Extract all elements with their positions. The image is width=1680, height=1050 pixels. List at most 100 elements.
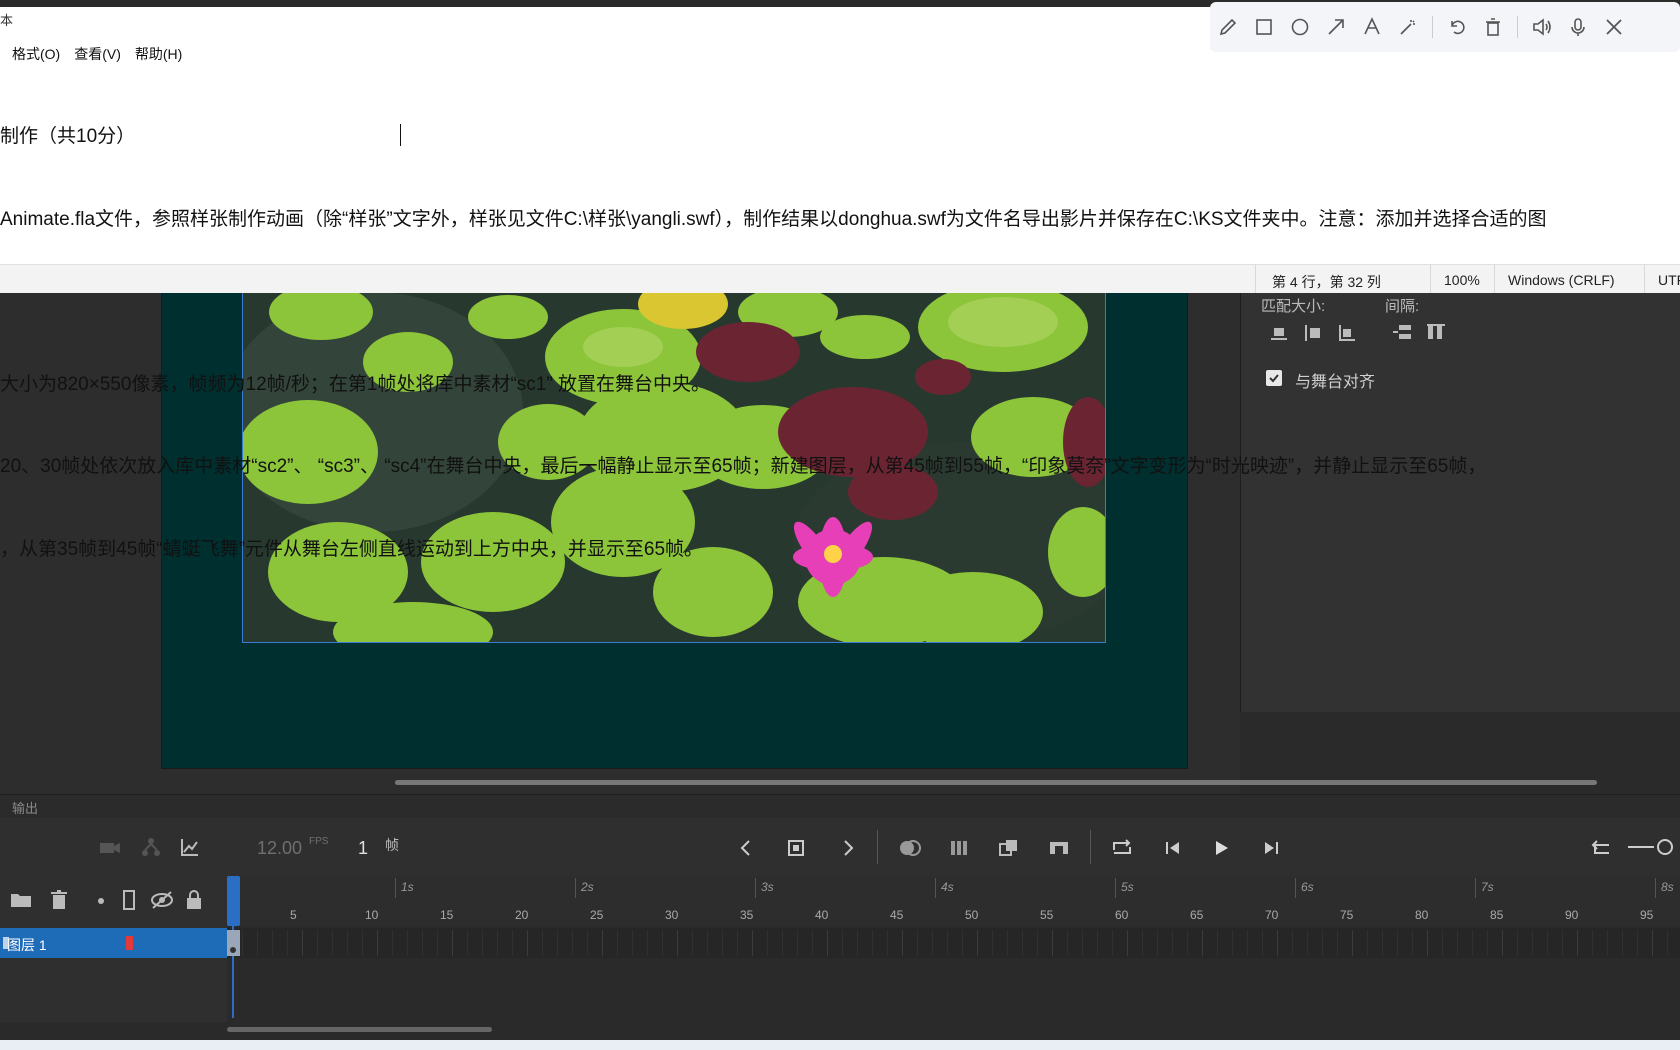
pencil-icon[interactable] bbox=[1210, 9, 1246, 45]
menu-format[interactable]: 格式(O) bbox=[12, 44, 60, 68]
rectangle-icon[interactable] bbox=[1246, 9, 1282, 45]
current-frame[interactable]: 1 bbox=[358, 838, 368, 859]
lock-icon[interactable] bbox=[185, 889, 203, 911]
frame-cell-divider bbox=[437, 930, 438, 956]
text-icon[interactable] bbox=[1354, 9, 1390, 45]
create-tween-icon[interactable] bbox=[998, 838, 1020, 858]
trash-icon[interactable] bbox=[1475, 9, 1511, 45]
text-line: 制作（共10分） bbox=[0, 126, 136, 147]
frame-cell-divider bbox=[1127, 930, 1128, 956]
ruler-second-tick bbox=[1475, 878, 1476, 898]
frame-cell-divider bbox=[1157, 930, 1158, 956]
undo-icon[interactable] bbox=[1439, 9, 1475, 45]
frame-cell-divider bbox=[497, 930, 498, 956]
insert-keyframe-icon[interactable] bbox=[786, 838, 806, 858]
microphone-icon[interactable] bbox=[1560, 9, 1596, 45]
timeline-horizontal-scrollbar[interactable] bbox=[227, 1027, 492, 1032]
frame-cell-divider bbox=[917, 930, 918, 956]
ruler-second-label: 4s bbox=[941, 880, 954, 894]
play-icon[interactable] bbox=[1211, 838, 1231, 858]
stage-horizontal-scrollbar[interactable] bbox=[395, 780, 1597, 785]
frame-cell-divider bbox=[1232, 930, 1233, 956]
outline-icon[interactable] bbox=[122, 889, 136, 911]
frame-cell-divider bbox=[1457, 930, 1458, 956]
ruler-second-label: 5s bbox=[1121, 880, 1134, 894]
magic-wand-icon[interactable] bbox=[1390, 9, 1426, 45]
ruler-second-tick bbox=[935, 878, 936, 898]
playhead[interactable] bbox=[227, 876, 240, 926]
panel-resize-handle[interactable] bbox=[1240, 712, 1680, 722]
speaker-icon[interactable] bbox=[1524, 9, 1560, 45]
menu-view[interactable]: 查看(V) bbox=[74, 44, 121, 68]
frame-cell-divider bbox=[1427, 930, 1428, 956]
frame-cell-divider bbox=[737, 930, 738, 956]
frame-cell-divider bbox=[407, 930, 408, 956]
close-icon[interactable] bbox=[1596, 9, 1632, 45]
status-bar: 第 4 行，第 32 列 100% Windows (CRLF) UTF bbox=[0, 264, 1680, 293]
keyframe-1[interactable] bbox=[227, 930, 240, 956]
frame-cell-divider bbox=[947, 930, 948, 956]
visibility-eye-icon[interactable] bbox=[150, 890, 174, 910]
ruler-second-tick bbox=[1655, 878, 1656, 898]
frame-cell-divider bbox=[557, 930, 558, 956]
frame-cell-divider bbox=[782, 930, 783, 956]
ruler-second-tick bbox=[1115, 878, 1116, 898]
notepad-window: 本 格式(O) 查看(V) 帮助(H) 制作（共10分） Animate.fla… bbox=[0, 0, 1680, 560]
zoom-slider-handle[interactable] bbox=[1657, 839, 1673, 855]
ruler-frame-number: 10 bbox=[365, 908, 379, 922]
chevron-left-icon[interactable] bbox=[736, 838, 756, 858]
frame-cell-divider bbox=[632, 930, 633, 956]
onion-skin-icon[interactable] bbox=[898, 838, 922, 858]
frame-cell-divider bbox=[992, 930, 993, 956]
edit-multiple-frames-icon[interactable] bbox=[949, 838, 971, 858]
frame-cell-divider bbox=[662, 930, 663, 956]
frame-cell-divider bbox=[1667, 930, 1668, 956]
circle-icon[interactable] bbox=[1282, 9, 1318, 45]
frame-unit: 帧 bbox=[385, 837, 399, 853]
frame-cell-divider bbox=[362, 930, 363, 956]
frame-cell-divider bbox=[767, 930, 768, 956]
frame-cell-divider bbox=[1037, 930, 1038, 956]
frame-cell-divider bbox=[1277, 930, 1278, 956]
frame-cell-divider bbox=[317, 930, 318, 956]
frame-cell-divider bbox=[1247, 930, 1248, 956]
layer-name[interactable]: 图层 1 bbox=[7, 935, 47, 955]
text-line: 大小为820×550像素，帧频为12帧/秒；在第1帧处将库中素材“sc1” 放置… bbox=[0, 373, 710, 395]
step-back-icon[interactable] bbox=[1163, 838, 1183, 858]
frames-row[interactable] bbox=[227, 928, 1680, 958]
toolbar-divider bbox=[1432, 16, 1433, 38]
frame-cell-divider bbox=[1547, 930, 1548, 956]
reset-view-icon[interactable] bbox=[1591, 838, 1613, 858]
frame-cell-divider bbox=[1442, 930, 1443, 956]
frame-cell-divider bbox=[1532, 930, 1533, 956]
highlight-layer-dot-icon[interactable] bbox=[95, 895, 107, 907]
loop-icon[interactable] bbox=[1111, 838, 1133, 858]
new-folder-icon[interactable] bbox=[9, 890, 33, 910]
trash-icon[interactable] bbox=[48, 889, 70, 911]
frame-cell-divider bbox=[452, 930, 453, 956]
layer-row[interactable]: 图层 1 bbox=[0, 928, 227, 958]
frame-cell-divider bbox=[602, 930, 603, 956]
text-editor[interactable]: 制作（共10分） Animate.fla文件，参照样张制作动画（除“样张”文字外… bbox=[0, 68, 1680, 618]
fps-value[interactable]: 12.00 bbox=[257, 838, 302, 859]
ruler-frame-number: 40 bbox=[815, 908, 829, 922]
layer-parenting-icon[interactable] bbox=[140, 836, 162, 858]
menu-help[interactable]: 帮助(H) bbox=[135, 44, 182, 68]
arrow-icon[interactable] bbox=[1318, 9, 1354, 45]
layer-color-swatch[interactable] bbox=[126, 936, 133, 950]
ruler-second-tick bbox=[395, 878, 396, 898]
ruler-second-label: 3s bbox=[761, 880, 774, 894]
frame-cell-divider bbox=[707, 930, 708, 956]
ruler-frame-number: 75 bbox=[1340, 908, 1354, 922]
frame-cell-divider bbox=[647, 930, 648, 956]
frame-cell-divider bbox=[422, 930, 423, 956]
step-forward-icon[interactable] bbox=[1261, 838, 1281, 858]
insert-blank-keyframe-icon[interactable] bbox=[1048, 838, 1070, 858]
zoom-slider-track[interactable] bbox=[1628, 846, 1654, 848]
output-panel-tab[interactable]: 输出 bbox=[0, 794, 1680, 819]
ruler-frame-number: 80 bbox=[1415, 908, 1429, 922]
graph-icon[interactable] bbox=[179, 836, 201, 858]
frame-cell-divider bbox=[752, 930, 753, 956]
chevron-right-icon[interactable] bbox=[838, 838, 858, 858]
camera-icon[interactable] bbox=[98, 838, 122, 858]
